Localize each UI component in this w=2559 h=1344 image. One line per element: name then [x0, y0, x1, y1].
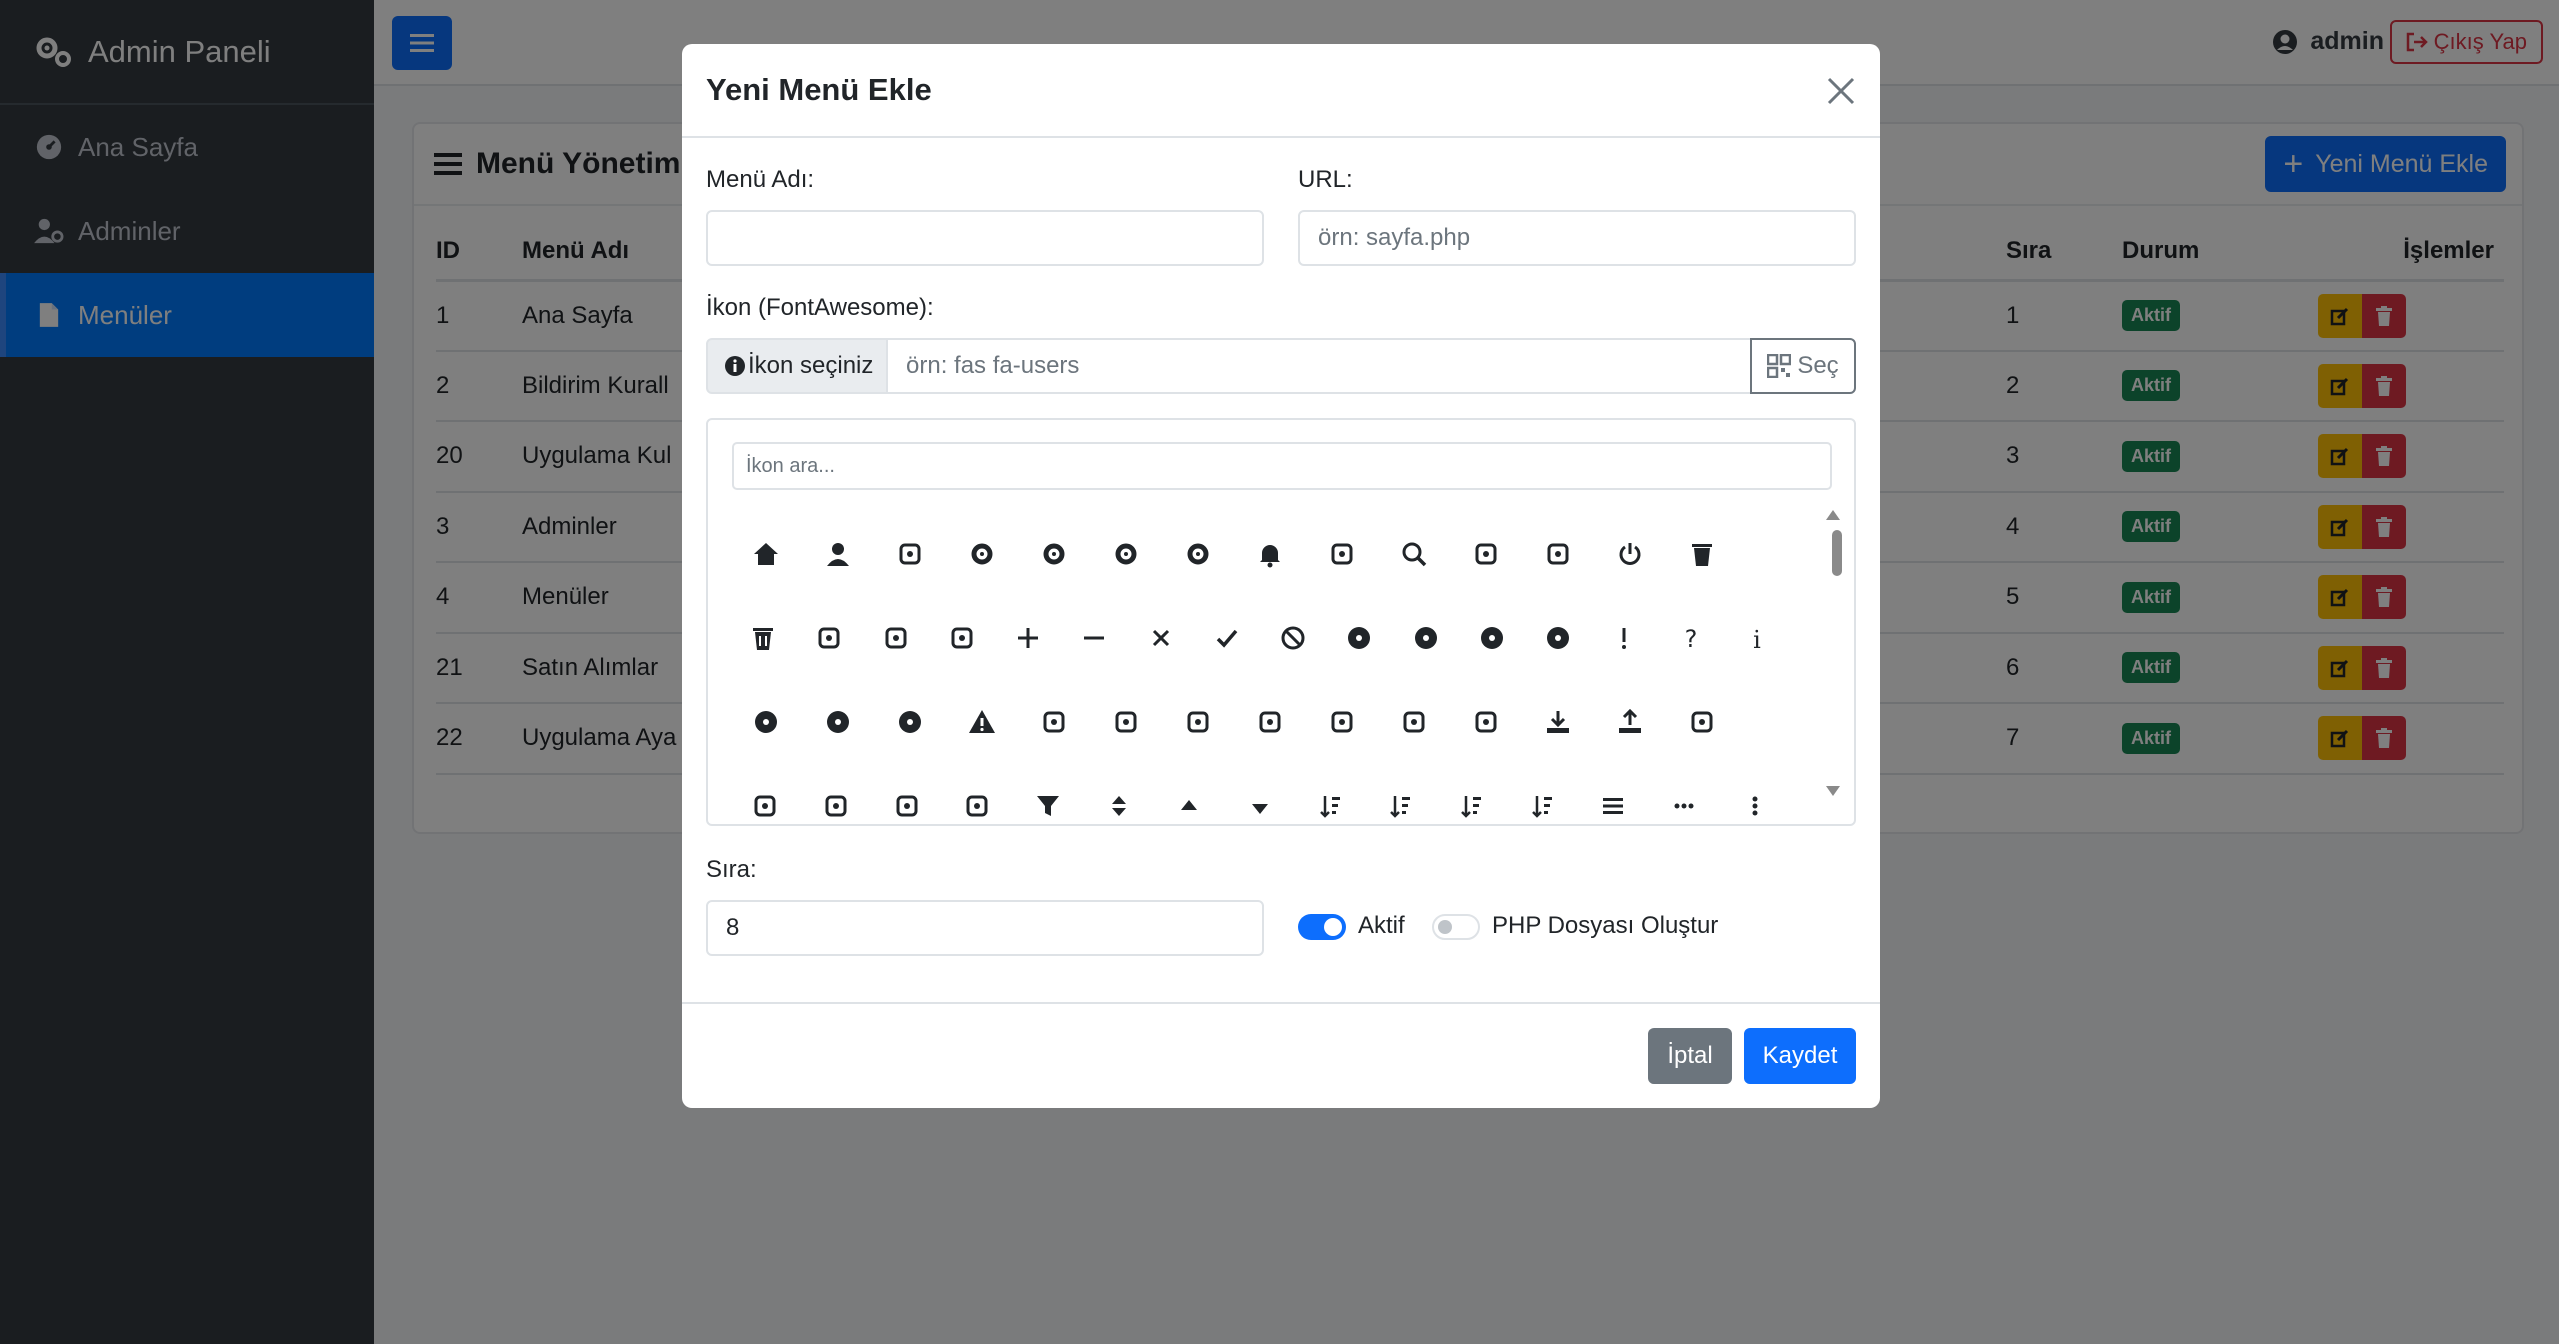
- modal-footer: İptal Kaydet: [682, 1002, 1880, 1108]
- scroll-down-arrow[interactable]: [1826, 786, 1840, 796]
- cancel-button[interactable]: İptal: [1648, 1028, 1732, 1084]
- sign-in-icon[interactable]: [1018, 708, 1090, 736]
- link-icon[interactable]: [1234, 708, 1306, 736]
- check-icon[interactable]: [1194, 624, 1260, 652]
- circle-question-icon[interactable]: [802, 708, 874, 736]
- modal-header: Yeni Menü Ekle: [682, 44, 1880, 138]
- url-input[interactable]: örn: sayfa.php: [1298, 210, 1856, 266]
- info-icon[interactable]: i: [1724, 624, 1790, 652]
- icon-row: [730, 764, 1790, 848]
- undo-icon[interactable]: [871, 792, 942, 820]
- icon-select-button[interactable]: Seç: [1750, 338, 1856, 394]
- share-icon[interactable]: [1378, 708, 1450, 736]
- external-link-icon[interactable]: [1162, 708, 1234, 736]
- gear-icon[interactable]: [946, 540, 1018, 568]
- question-icon[interactable]: ?: [1658, 624, 1724, 652]
- minus-icon[interactable]: [1061, 624, 1127, 652]
- sort-down-icon[interactable]: [1225, 792, 1296, 820]
- trash-can-icon[interactable]: [730, 624, 796, 652]
- plus-icon[interactable]: [995, 624, 1061, 652]
- order-label: Sıra:: [706, 856, 757, 883]
- scrollbar-thumb[interactable]: [1832, 530, 1842, 576]
- power-icon[interactable]: [1594, 540, 1666, 568]
- exclamation-icon[interactable]: [1591, 624, 1657, 652]
- circle-exclamation-icon[interactable]: [730, 708, 802, 736]
- pencil-outline-icon[interactable]: [929, 624, 995, 652]
- modal-title: Yeni Menü Ekle: [706, 72, 932, 107]
- icon-picker: İkon ara... ? i: [706, 418, 1856, 826]
- active-toggle[interactable]: [1298, 914, 1346, 940]
- times-icon[interactable]: [1128, 624, 1194, 652]
- sign-out-icon[interactable]: [1090, 708, 1162, 736]
- close-icon[interactable]: [1824, 74, 1858, 108]
- sort-numeric-down-icon[interactable]: [1437, 792, 1508, 820]
- svg-text:i: i: [1753, 626, 1761, 652]
- filter-icon[interactable]: [1013, 792, 1084, 820]
- trash-icon[interactable]: [1666, 540, 1738, 568]
- sort-up-icon[interactable]: [1154, 792, 1225, 820]
- cog-icon[interactable]: [1018, 540, 1090, 568]
- icon-row: [730, 512, 1790, 596]
- sort-amount-down-icon[interactable]: [1295, 792, 1366, 820]
- sync-icon[interactable]: [730, 792, 801, 820]
- zoom-in-icon[interactable]: [1450, 540, 1522, 568]
- print-icon[interactable]: [1666, 708, 1738, 736]
- php-file-toggle[interactable]: [1432, 914, 1480, 940]
- user-icon[interactable]: [802, 540, 874, 568]
- svg-text:?: ?: [1684, 625, 1697, 652]
- icon-search-input[interactable]: İkon ara...: [732, 442, 1832, 490]
- edit-icon[interactable]: [796, 624, 862, 652]
- ellipsis-v-icon[interactable]: [1719, 792, 1790, 820]
- icon-label: İkon (FontAwesome):: [706, 294, 934, 321]
- upload-icon[interactable]: [1594, 708, 1666, 736]
- circle-info-icon: [725, 356, 745, 376]
- gears-icon[interactable]: [1090, 540, 1162, 568]
- scroll-up-arrow[interactable]: [1826, 510, 1840, 520]
- redo-icon[interactable]: [801, 792, 872, 820]
- magnifying-glass-icon[interactable]: [1378, 540, 1450, 568]
- php-file-label: PHP Dosyası Oluştur: [1492, 912, 1719, 939]
- icon-row: [730, 680, 1790, 764]
- qrcode-icon: [1767, 354, 1792, 378]
- ban-icon[interactable]: [1260, 624, 1326, 652]
- icon-grid: ? i: [730, 512, 1790, 848]
- circle-plus-icon[interactable]: [1326, 624, 1392, 652]
- download-icon[interactable]: [1522, 708, 1594, 736]
- url-label: URL:: [1298, 166, 1353, 193]
- history-icon[interactable]: [942, 792, 1013, 820]
- unlink-icon[interactable]: [1306, 708, 1378, 736]
- sort-amount-up-icon[interactable]: [1366, 792, 1437, 820]
- house-icon[interactable]: [730, 540, 802, 568]
- circle-info-icon[interactable]: [874, 708, 946, 736]
- users-icon[interactable]: [874, 540, 946, 568]
- new-menu-modal: Yeni Menü Ekle Menü Adı: URL: örn: sayfa…: [682, 44, 1880, 1108]
- sort-icon[interactable]: [1083, 792, 1154, 820]
- menu-name-label: Menü Adı:: [706, 166, 815, 193]
- circle-check-icon[interactable]: [1525, 624, 1591, 652]
- icon-preview: İkon seçiniz: [706, 338, 888, 394]
- save-button[interactable]: Kaydet: [1744, 1028, 1856, 1084]
- sort-numeric-up-icon[interactable]: [1507, 792, 1578, 820]
- share-square-icon[interactable]: [1450, 708, 1522, 736]
- bars-icon[interactable]: [1578, 792, 1649, 820]
- active-label: Aktif: [1358, 912, 1405, 939]
- circle-xmark-icon[interactable]: [1459, 624, 1525, 652]
- pencil-icon[interactable]: [863, 624, 929, 652]
- menu-name-input[interactable]: [706, 210, 1264, 266]
- zoom-out-icon[interactable]: [1522, 540, 1594, 568]
- circle-minus-icon[interactable]: [1393, 624, 1459, 652]
- icon-row: ? i: [730, 596, 1790, 680]
- ellipsis-h-icon[interactable]: [1649, 792, 1720, 820]
- cogs-icon[interactable]: [1162, 540, 1234, 568]
- triangle-exclamation-icon[interactable]: [946, 708, 1018, 736]
- icon-prefix-text: İkon seçiniz: [748, 352, 874, 379]
- bell-icon[interactable]: [1234, 540, 1306, 568]
- order-input[interactable]: 8: [706, 900, 1264, 956]
- bell-slash-icon[interactable]: [1306, 540, 1378, 568]
- icon-class-input[interactable]: örn: fas fa-users: [886, 338, 1752, 394]
- icon-select-label: Seç: [1797, 352, 1839, 379]
